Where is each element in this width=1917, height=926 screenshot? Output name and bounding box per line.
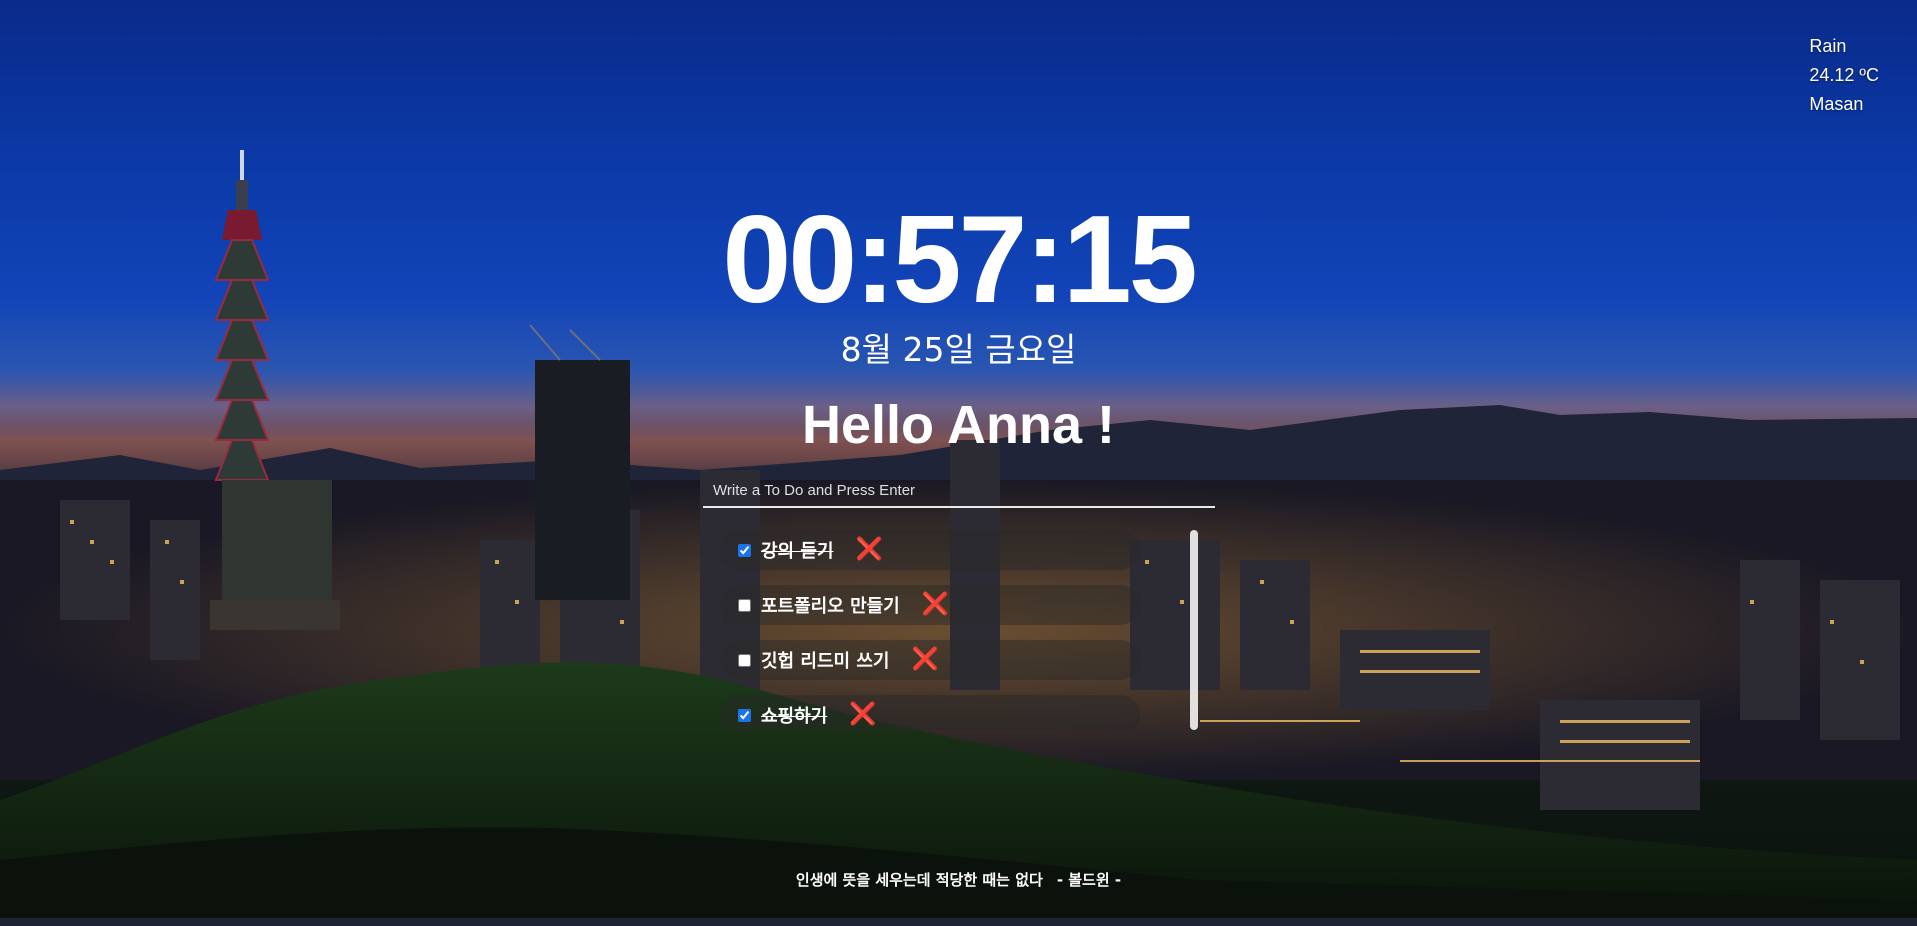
delete-icon[interactable]: ❌ [849,704,876,726]
todo-text: 강의 듣기 [761,541,834,562]
delete-icon[interactable]: ❌ [911,649,938,671]
todo-list: 강의 듣기 ❌ 포트폴리오 만들기 ❌ 깃헙 리드미 쓰기 ❌ 쇼핑하기 ❌ [720,524,1195,730]
todo-scrollbar[interactable] [1190,530,1198,730]
quote: 인생에 뜻을 세우는데 적당한 때는 없다 - 볼드윈 - [0,868,1917,892]
clock-time: 00:57:15 [722,191,1197,329]
delete-icon[interactable]: ❌ [922,594,949,616]
weather-temperature: 24.12 ºC [1809,65,1879,85]
background-image [0,0,1917,926]
weather-widget: Rain 24.12 ºC Masan [1809,32,1879,119]
todo-form [703,476,1215,508]
todo-text: 포트폴리오 만들기 [761,596,900,617]
weather-condition: Rain [1809,36,1847,56]
todo-input[interactable] [703,476,1215,504]
todo-text: 깃헙 리드미 쓰기 [761,651,890,672]
weather-city: Masan [1809,94,1864,114]
todo-checkbox[interactable] [738,543,751,557]
todo-checkbox[interactable] [738,598,751,612]
todo-text: 쇼핑하기 [761,706,828,727]
quote-text: 인생에 뜻을 세우는데 적당한 때는 없다 [795,871,1043,889]
todo-item: 강의 듣기 ❌ [720,530,1140,570]
todo-checkbox[interactable] [738,653,751,667]
todo-item: 깃헙 리드미 쓰기 ❌ [720,640,1140,680]
delete-icon[interactable]: ❌ [856,539,883,561]
todo-checkbox[interactable] [738,708,751,722]
clock-date: 8월 25일 금요일 [840,330,1077,369]
todo-item: 포트폴리오 만들기 ❌ [720,585,1140,625]
todo-item: 쇼핑하기 ❌ [720,695,1140,730]
quote-author: - 볼드윈 - [1056,871,1122,889]
greeting-text: Hello Anna ! [801,395,1115,455]
app-root: Rain 24.12 ºC Masan 00:57:15 8월 25일 금요일 … [0,0,1917,926]
